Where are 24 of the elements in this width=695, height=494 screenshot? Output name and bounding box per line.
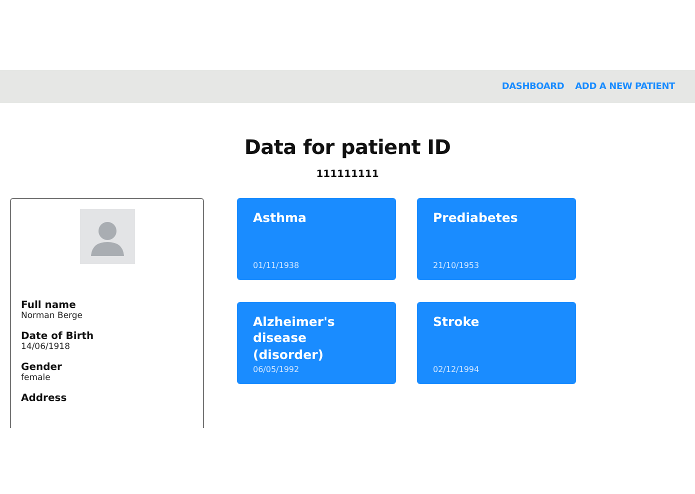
avatar-icon [80,209,134,264]
condition-card[interactable]: Stroke 02/12/1994 [417,302,576,384]
condition-date: 06/05/1992 [253,365,300,374]
field-label: Gender [21,362,63,373]
field-label: Full name [21,300,77,311]
nav-link[interactable]: DASHBOARD [502,82,564,92]
page-title: Data for patient ID [244,135,451,159]
field-label: Address [21,393,68,404]
condition-card[interactable]: Prediabetes 21/10/1953 [417,198,576,280]
condition-card[interactable]: Asthma 01/11/1938 [237,198,396,280]
nav-link[interactable]: ADD A NEW PATIENT [575,82,675,92]
patient-id: 111111111 [316,169,379,180]
field-value: female [21,373,52,383]
condition-name: Asthma [253,210,308,226]
condition-date: 01/11/1938 [253,261,300,270]
condition-date: 02/12/1994 [433,365,480,374]
field-label: Date of Birth [21,331,95,342]
condition-card[interactable]: Alzheimer's disease (disorder) 06/05/1992 [237,302,396,384]
condition-date: 21/10/1953 [433,261,480,270]
condition-name: Prediabetes [433,210,519,226]
condition-name: Stroke [433,314,480,330]
field-value: 14/06/1918 [21,342,71,352]
field-value: Norman Berge [21,311,84,321]
condition-name: Alzheimer's disease (disorder) [253,314,336,363]
